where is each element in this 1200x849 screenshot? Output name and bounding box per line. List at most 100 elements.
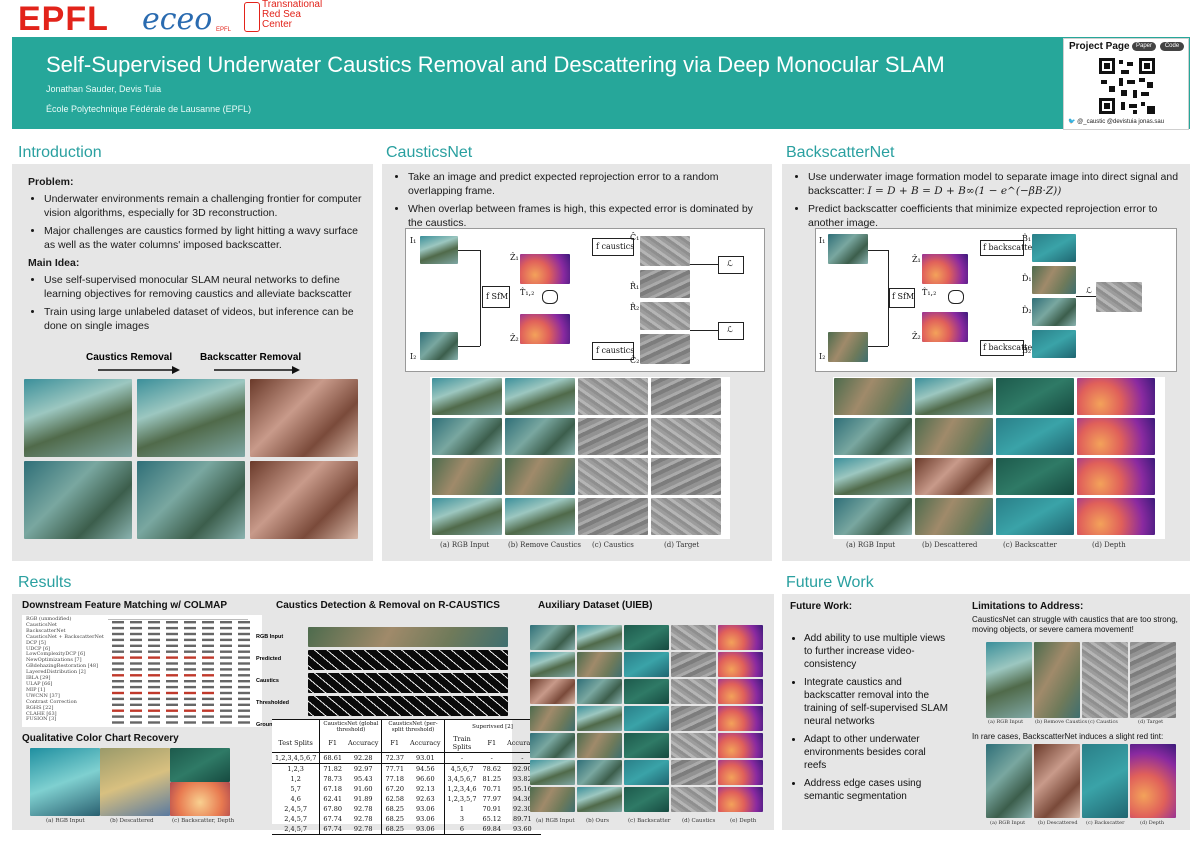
label-z1: Ẑ₁ bbox=[510, 253, 519, 262]
bn-label-b2: B̂₂ bbox=[1022, 346, 1032, 355]
feature-matching-cell bbox=[184, 691, 196, 695]
bn-caption: (d) Depth bbox=[1092, 541, 1126, 549]
warp-icon bbox=[542, 290, 558, 304]
limitation-caption: (b) Remove Caustics bbox=[1035, 719, 1088, 725]
table-row: 1,2 78.73 95.43 77.18 96.60 3,4,5,6,7 81.25 93.… bbox=[272, 774, 541, 784]
label-i1: I₁ bbox=[410, 236, 417, 245]
table-cell: 71.82 bbox=[319, 763, 345, 774]
intro-image-nocaustics-1 bbox=[137, 379, 245, 457]
table-cell: 93.06 bbox=[415, 825, 435, 833]
feature-matching-cell bbox=[184, 685, 196, 689]
feature-matching-cell bbox=[112, 685, 124, 689]
feature-matching-cell bbox=[184, 662, 196, 665]
feature-matching-cell bbox=[148, 685, 160, 689]
table-cell: 1,2,3,4,5,6,7 bbox=[275, 754, 317, 762]
table-col-header: F1 bbox=[319, 734, 345, 753]
cn-grid-caustics bbox=[578, 378, 648, 415]
table-cell: 6 bbox=[443, 824, 480, 835]
bn-depth-map-2 bbox=[922, 312, 968, 342]
feature-matching-cell bbox=[220, 656, 232, 659]
reproj-error-1 bbox=[640, 270, 690, 298]
label-loss-1: ℒ bbox=[727, 259, 733, 268]
feature-matching-cell bbox=[130, 709, 142, 712]
rare-caption: (a) RGB Input bbox=[990, 820, 1026, 826]
rare-caption: (b) Descattered bbox=[1038, 820, 1078, 826]
table-cell: 67.80 bbox=[319, 804, 345, 814]
feature-matching-cell bbox=[112, 709, 124, 712]
limitation-caption: (a) RGB Input bbox=[988, 719, 1024, 725]
bn-grid-backscatter bbox=[996, 378, 1074, 415]
results-heading: Results bbox=[18, 574, 72, 591]
main-idea-item: Train using large unlabeled dataset of v… bbox=[44, 305, 363, 333]
bn-label-d1: D̂₁ bbox=[1022, 274, 1032, 283]
feature-matching-cell bbox=[220, 697, 232, 701]
paper-link-button[interactable]: Paper bbox=[1132, 42, 1156, 51]
main-idea-label: Main Idea: bbox=[28, 257, 80, 269]
feature-matching-cell bbox=[166, 638, 178, 642]
poster-title: Self-Supervised Underwater Caustics Remo… bbox=[46, 52, 945, 77]
feature-matching-cell bbox=[220, 650, 232, 653]
feature-matching-values bbox=[108, 619, 250, 724]
rare-depth bbox=[1130, 744, 1176, 818]
limitation-caption: (c) Caustics bbox=[1088, 719, 1118, 725]
code-link-button[interactable]: Code bbox=[1160, 42, 1184, 51]
feature-matching-title: Downstream Feature Matching w/ COLMAP bbox=[22, 600, 228, 611]
aux-caustics bbox=[671, 787, 716, 812]
feature-matching-cell bbox=[238, 621, 250, 624]
cn-grid-rgb bbox=[432, 498, 502, 535]
main-idea-item: Use self-supervised monocular SLAM neura… bbox=[44, 273, 363, 301]
rare-caption: (c) Backscatter bbox=[1086, 820, 1125, 826]
feature-matching-cell bbox=[130, 674, 142, 677]
bn-label-z1: Ẑ₁ bbox=[912, 255, 921, 264]
bn-grid-backscatter bbox=[996, 418, 1074, 455]
feature-matching-cell bbox=[202, 668, 214, 671]
table-cell: 62.41 bbox=[319, 794, 345, 804]
bn-grid-descattered bbox=[915, 458, 993, 495]
aux-backscatter bbox=[624, 706, 669, 731]
feature-matching-cell bbox=[184, 644, 196, 647]
bn-depth-map-1 bbox=[922, 254, 968, 284]
feature-matching-cell bbox=[112, 621, 124, 624]
table-cell: 77.18 bbox=[381, 774, 408, 784]
feature-matching-cell bbox=[130, 691, 142, 695]
qr-code-icon[interactable] bbox=[1097, 56, 1157, 116]
feature-matching-cell bbox=[130, 680, 142, 683]
diagram-line bbox=[458, 250, 480, 251]
feature-matching-cell bbox=[148, 632, 160, 636]
rare-backscatter bbox=[1082, 744, 1128, 818]
problem-item: Major challenges are caustics formed by … bbox=[44, 224, 363, 252]
feature-matching-cell bbox=[112, 650, 124, 653]
limitation-target bbox=[1130, 642, 1176, 718]
process-arrows bbox=[98, 366, 300, 374]
cn-grid-removed bbox=[505, 378, 575, 415]
color-chart-descattered bbox=[100, 748, 170, 816]
trsc-logo: Transnational Red Sea Center bbox=[262, 0, 322, 30]
label-fc2: f caustics bbox=[596, 346, 635, 355]
cd-row-label: Thresholded bbox=[256, 700, 290, 706]
cn-grid-removed bbox=[505, 418, 575, 455]
table-cell: 93.01 bbox=[415, 754, 435, 762]
feature-matching-cell bbox=[130, 668, 142, 671]
aux-caption: (b) Ours bbox=[586, 818, 610, 824]
bn-grid-rgb bbox=[834, 498, 912, 535]
intro-image-rgb-1 bbox=[24, 379, 132, 457]
feature-matching-cell bbox=[166, 650, 178, 653]
table-cell: 4,6 bbox=[290, 795, 301, 803]
limitation-caption: (d) Target bbox=[1138, 719, 1164, 725]
label-loss-2: ℒ bbox=[727, 325, 733, 334]
cd-predicted-strip bbox=[308, 650, 508, 670]
cn-grid-target bbox=[651, 458, 721, 495]
feature-matching-cell bbox=[148, 638, 160, 642]
causticsnet-item: Take an image and predict expected repro… bbox=[408, 170, 762, 198]
feature-matching-cell bbox=[238, 644, 250, 647]
bn-label-i1: I₁ bbox=[819, 236, 826, 245]
limitations-text: CausticsNet can struggle with caustics t… bbox=[972, 615, 1178, 634]
cn-caption: (d) Target bbox=[664, 541, 700, 549]
aux-backscatter bbox=[624, 760, 669, 785]
label-c1: Ĉ₁ bbox=[630, 233, 640, 242]
feature-matching-cell bbox=[184, 674, 196, 677]
aux-rgb bbox=[530, 679, 575, 704]
label-fc1: f caustics bbox=[596, 242, 635, 251]
feature-matching-cell bbox=[166, 632, 178, 636]
table-row: 2,4,5,7 67.74 92.78 68.25 93.06 3 65.12 89.71 bbox=[272, 814, 541, 824]
